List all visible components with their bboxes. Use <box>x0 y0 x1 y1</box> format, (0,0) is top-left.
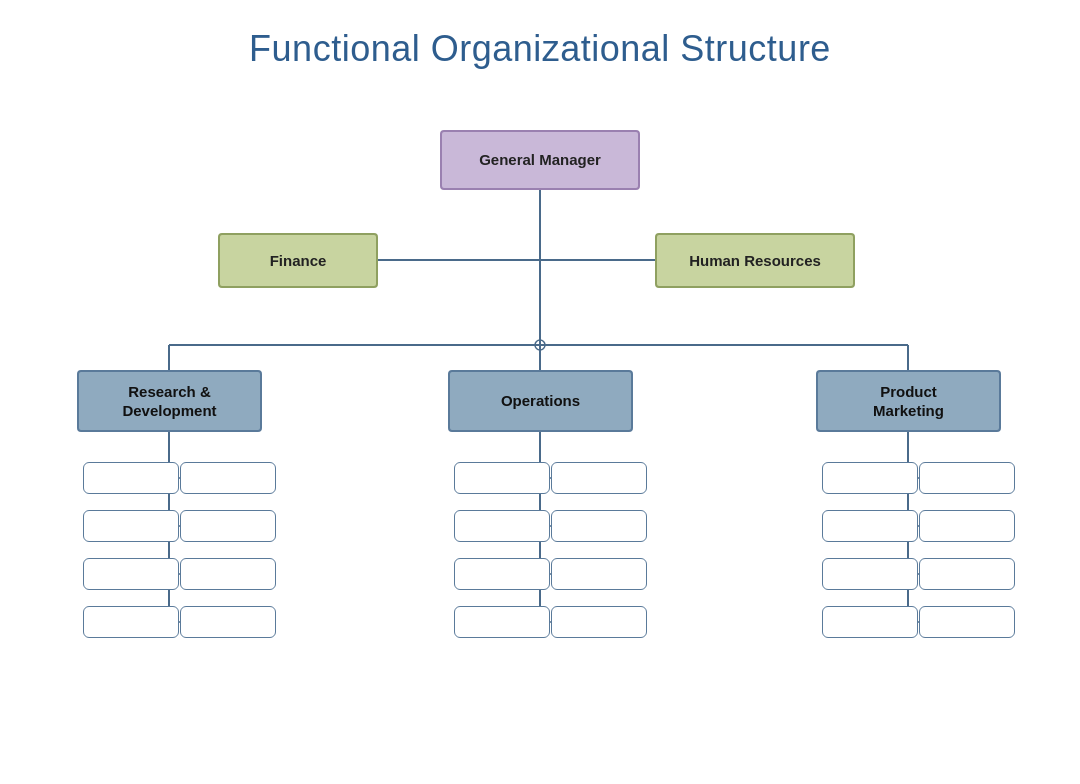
pm-sub-box-l2 <box>822 510 918 542</box>
ops-sub-box-l4 <box>454 606 550 638</box>
page-title: Functional Organizational Structure <box>0 0 1080 70</box>
pm-label: ProductMarketing <box>873 382 944 421</box>
ops-box: Operations <box>448 370 633 432</box>
pm-sub-box-r2 <box>919 510 1015 542</box>
rd-label: Research &Development <box>122 382 216 421</box>
rd-sub-box-r3 <box>180 558 276 590</box>
pm-sub-box-r4 <box>919 606 1015 638</box>
pm-sub-box-r3 <box>919 558 1015 590</box>
pm-sub-box-r1 <box>919 462 1015 494</box>
finance-label: Finance <box>270 251 327 271</box>
svg-point-9 <box>535 340 545 350</box>
gm-label: General Manager <box>479 150 601 170</box>
ops-sub-box-r4 <box>551 606 647 638</box>
rd-sub-box-l2 <box>83 510 179 542</box>
pm-box: ProductMarketing <box>816 370 1001 432</box>
finance-box: Finance <box>218 233 378 288</box>
pm-sub-box-l4 <box>822 606 918 638</box>
gm-box: General Manager <box>440 130 640 190</box>
rd-sub-box-l3 <box>83 558 179 590</box>
hr-box: Human Resources <box>655 233 855 288</box>
ops-sub-box-l3 <box>454 558 550 590</box>
rd-sub-box-l4 <box>83 606 179 638</box>
pm-sub-box-l1 <box>822 462 918 494</box>
ops-sub-box-l1 <box>454 462 550 494</box>
ops-sub-box-r3 <box>551 558 647 590</box>
rd-sub-box-r1 <box>180 462 276 494</box>
rd-sub-box-r2 <box>180 510 276 542</box>
page: Functional Organizational Structure <box>0 0 1080 784</box>
pm-sub-box-l3 <box>822 558 918 590</box>
rd-sub-box-r4 <box>180 606 276 638</box>
hr-label: Human Resources <box>689 251 821 271</box>
ops-sub-box-r1 <box>551 462 647 494</box>
ops-sub-box-l2 <box>454 510 550 542</box>
ops-sub-box-r2 <box>551 510 647 542</box>
rd-sub-box-l1 <box>83 462 179 494</box>
ops-label: Operations <box>501 391 580 411</box>
rd-box: Research &Development <box>77 370 262 432</box>
